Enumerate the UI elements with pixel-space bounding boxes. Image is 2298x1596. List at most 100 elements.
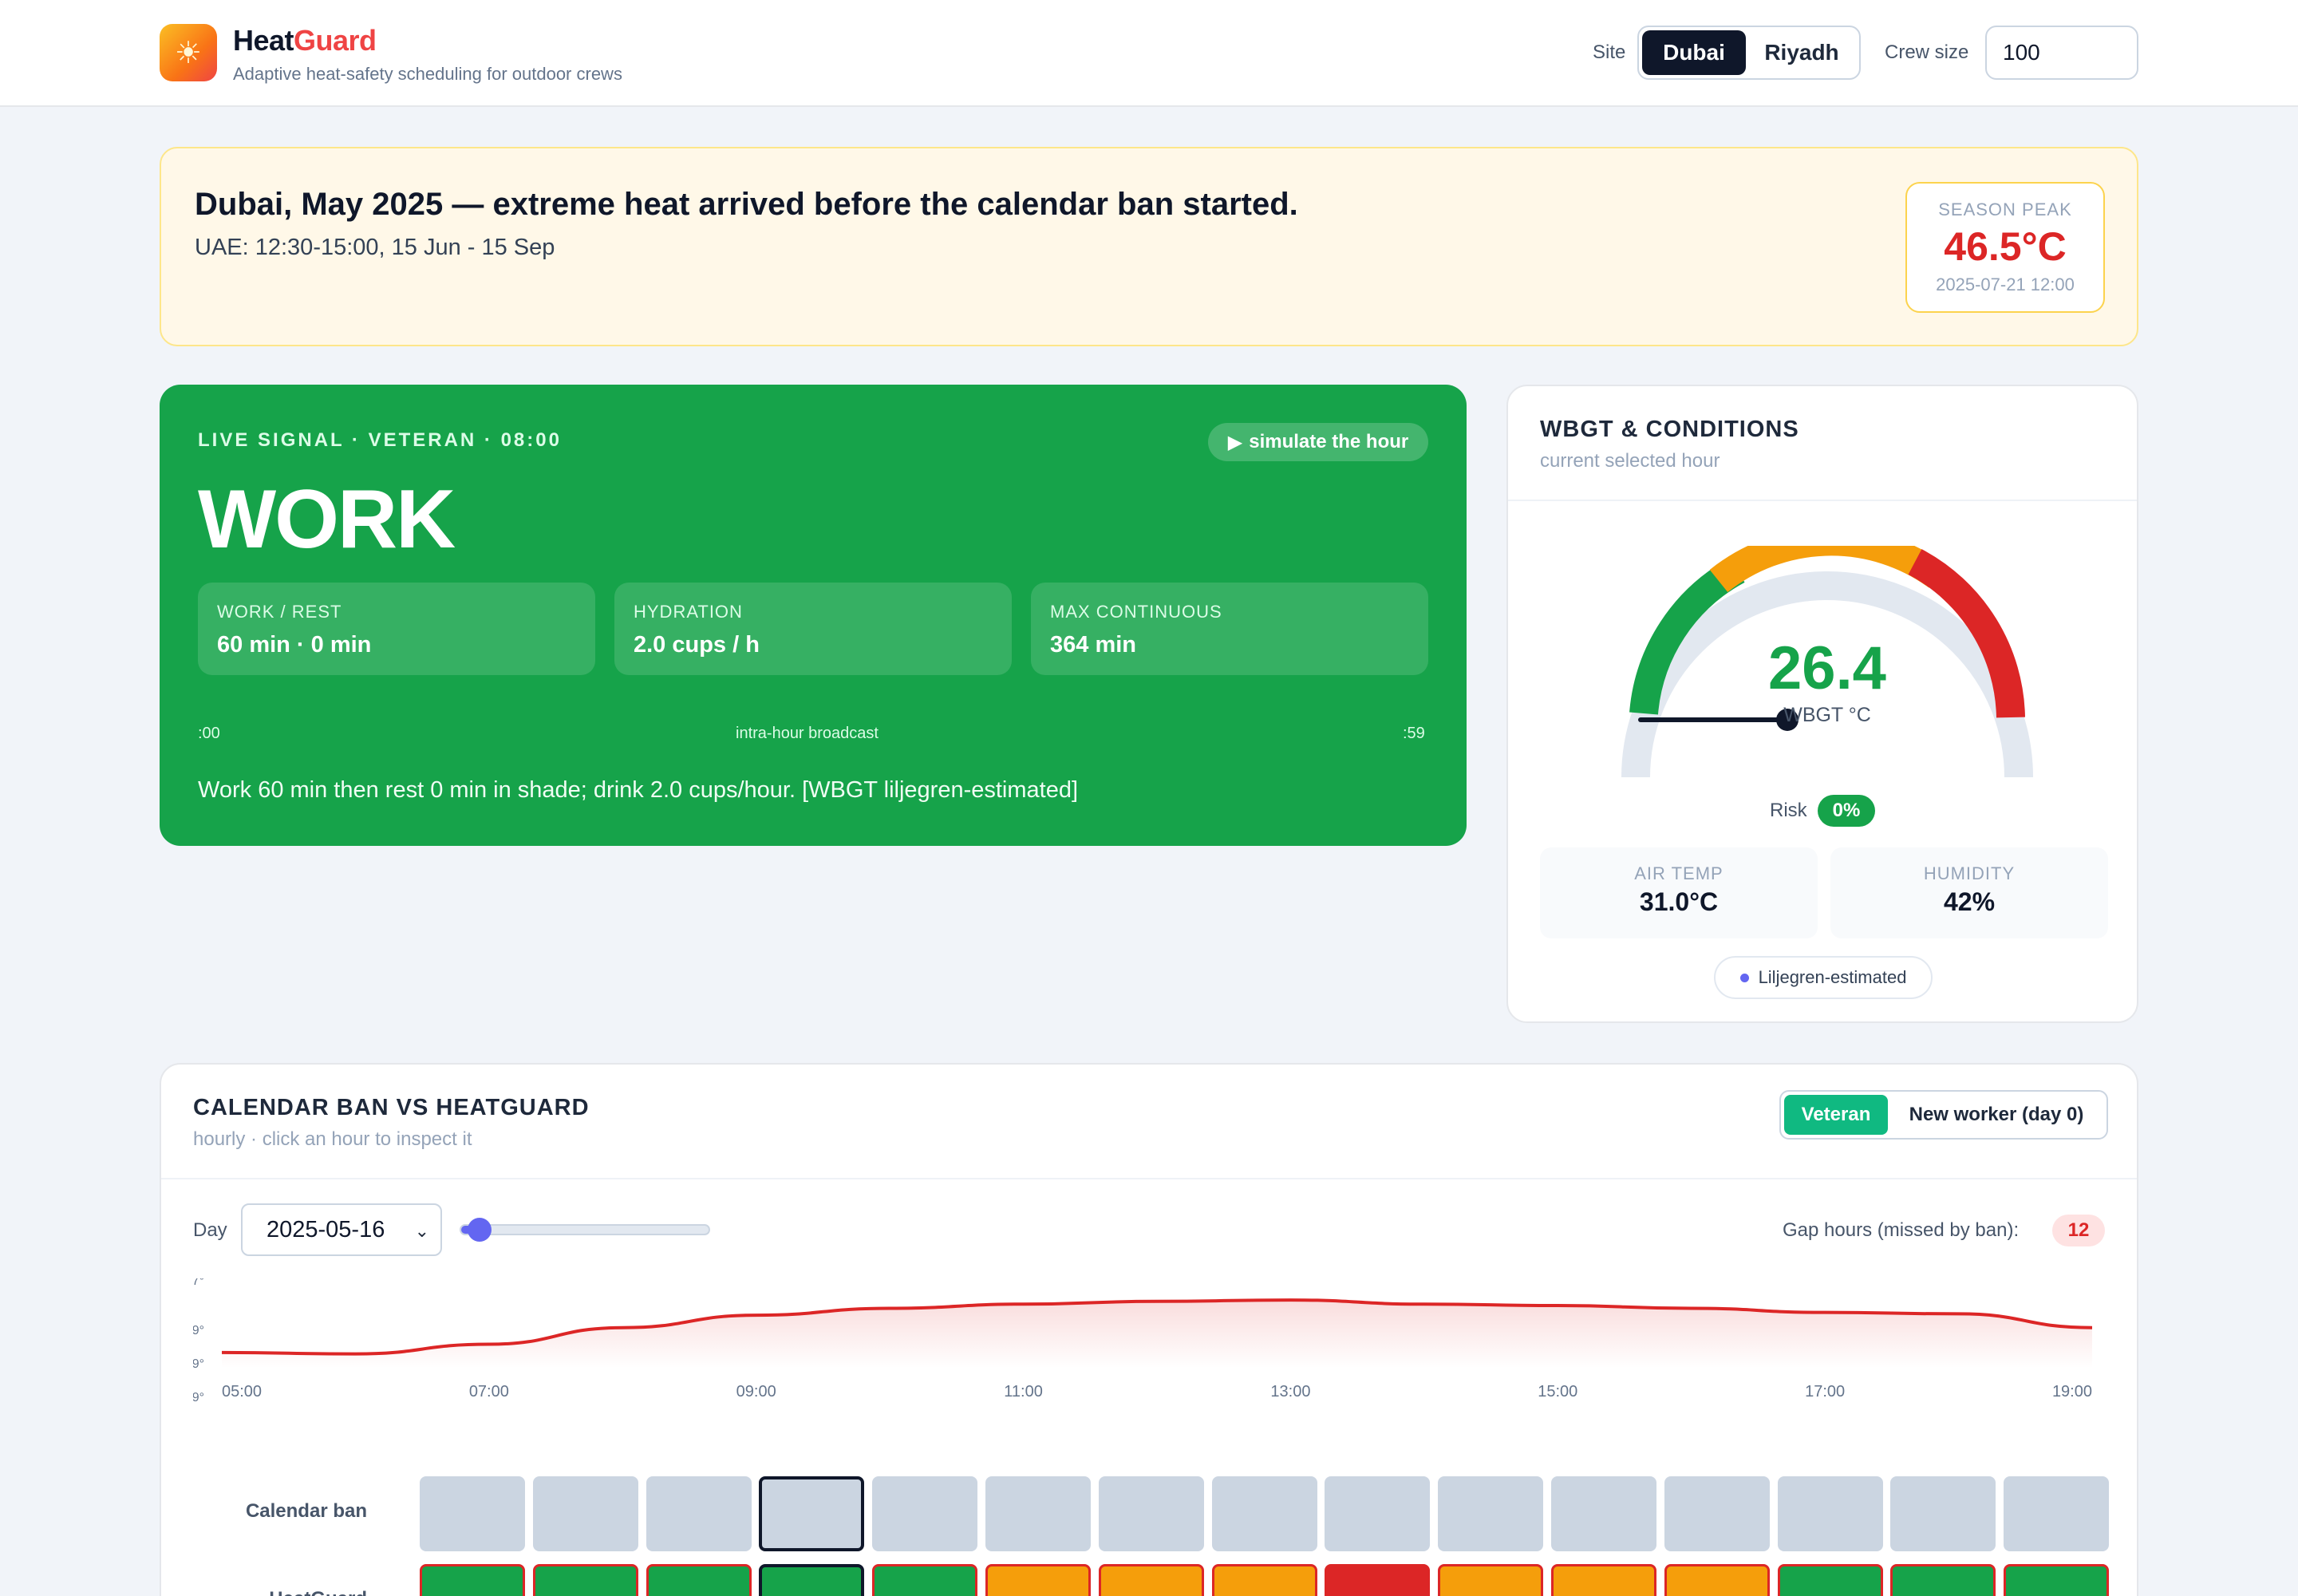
season-peak-value: 46.5°C	[1944, 224, 2067, 269]
crew-size-label: Crew size	[1885, 41, 1969, 63]
chart-point	[488, 1343, 491, 1346]
calendar-ban-hour-cell[interactable]	[646, 1476, 752, 1551]
calendar-ban-hour-cell[interactable]	[1099, 1476, 1204, 1551]
alert-banner: Dubai, May 2025 — extreme heat arrived b…	[160, 147, 2138, 346]
air-temp-label: AIR TEMP	[1634, 863, 1724, 883]
wbgt-unit: WBGT °C	[1783, 704, 1871, 726]
season-peak-time: 2025-07-21 12:00	[1936, 275, 2075, 294]
wbgt-card: WBGT & CONDITIONS current selected hour …	[1506, 385, 2138, 1023]
site-label: Site	[1593, 41, 1626, 63]
broadcast-label: intra-hour broadcast	[736, 725, 879, 742]
heatguard-hour-cell-work[interactable]	[872, 1564, 977, 1596]
calendar-ban-hour-cell[interactable]	[1778, 1476, 1883, 1551]
calendar-ban-hour-cell[interactable]	[1438, 1476, 1543, 1551]
calendar-ban-hour-cell[interactable]	[533, 1476, 638, 1551]
day-select[interactable]: 2025-05-16 ⌄	[241, 1203, 442, 1256]
heatguard-hour-cell-caution[interactable]	[1438, 1564, 1543, 1596]
heatguard-hour-cell-caution[interactable]	[1551, 1564, 1656, 1596]
source-label: Liljegren-estimated	[1758, 967, 1907, 987]
chart-x-tick-label: 13:00	[1270, 1383, 1310, 1400]
chart-point	[220, 1351, 223, 1354]
heatguard-hour-cell-caution[interactable]	[985, 1564, 1091, 1596]
stat-hydration: HYDRATION 2.0 cups / h	[614, 583, 1012, 675]
day-slider-thumb[interactable]	[468, 1218, 492, 1242]
chart-y-tick-label: 9°	[193, 1357, 204, 1371]
chart-x-tick-label: 11:00	[1004, 1383, 1043, 1400]
chart-point	[1155, 1300, 1159, 1303]
heatguard-hour-cell-stop[interactable]	[1325, 1564, 1430, 1596]
calendar-ban-hour-cell[interactable]	[1325, 1476, 1430, 1551]
crew-size-input[interactable]	[1985, 26, 2138, 80]
calendar-comparison-card: CALENDAR BAN VS HEATGUARD hourly · click…	[160, 1063, 2138, 1596]
chart-point	[1022, 1302, 1025, 1306]
stat-work-rest: WORK / REST 60 min · 0 min	[198, 583, 595, 675]
mode-veteran[interactable]: Veteran	[1784, 1095, 1888, 1135]
broadcast-start: :00	[198, 725, 220, 742]
chart-y-tick-label: 7°	[193, 1278, 204, 1288]
row-label-calendar-ban: Calendar ban	[245, 1500, 367, 1522]
heatguard-hour-cell-caution[interactable]	[1099, 1564, 1204, 1596]
site-option-riyadh[interactable]: Riyadh	[1749, 30, 1854, 75]
worker-type-selector: Veteran New worker (day 0)	[1779, 1090, 2108, 1140]
chart-point	[1823, 1311, 1826, 1314]
chart-area-fill	[222, 1300, 2092, 1368]
heatguard-hour-cell-work[interactable]	[533, 1564, 638, 1596]
chart-point	[1289, 1298, 1292, 1302]
air-temp-value: 31.0°C	[1639, 887, 1719, 916]
signal-message: Work 60 min then rest 0 min in shade; dr…	[198, 777, 1079, 803]
row-label-heatguard: HeatGuard (adaptive)	[193, 1588, 367, 1596]
calendar-ban-hour-cell[interactable]	[872, 1476, 977, 1551]
heatguard-hour-cell-work[interactable]	[420, 1564, 525, 1596]
heatguard-hour-cell-work[interactable]	[2004, 1564, 2109, 1596]
heatguard-hour-cell-work[interactable]	[759, 1564, 864, 1596]
day-slider-track[interactable]	[460, 1224, 710, 1235]
chart-point	[888, 1306, 891, 1310]
hourly-wbgt-chart: 7° 9° 9° 9° 05:00 07:00 09:00 11:00 13:00 15:00 17…	[193, 1278, 2093, 1404]
chart-point	[353, 1353, 357, 1356]
risk-label: Risk	[1770, 800, 1807, 821]
stat-value: 60 min · 0 min	[217, 632, 372, 658]
app-tagline: Adaptive heat-safety scheduling for outd…	[233, 64, 622, 84]
calendar-ban-hour-cell[interactable]	[1551, 1476, 1656, 1551]
site-option-dubai[interactable]: Dubai	[1642, 30, 1746, 75]
calendar-ban-hour-cell[interactable]	[420, 1476, 525, 1551]
calendar-ban-hour-cell[interactable]	[1212, 1476, 1317, 1551]
broadcast-end: :59	[1403, 725, 1425, 742]
chart-point	[621, 1326, 624, 1329]
wbgt-title: WBGT & CONDITIONS	[1540, 417, 1799, 442]
chart-point	[755, 1314, 758, 1317]
calendar-ban-hour-cell[interactable]	[1890, 1476, 1996, 1551]
calendar-ban-hour-cell[interactable]	[759, 1476, 864, 1551]
chart-x-tick-label: 19:00	[2052, 1383, 2092, 1400]
heatguard-hour-cell-work[interactable]	[646, 1564, 752, 1596]
simulate-hour-button[interactable]: ▶ simulate the hour	[1208, 423, 1428, 461]
heatguard-hour-cell-caution[interactable]	[1212, 1564, 1317, 1596]
stat-label: MAX CONTINUOUS	[1050, 602, 1222, 622]
season-peak-label: SEASON PEAK	[1938, 200, 2072, 219]
air-temp-metric: AIR TEMP 31.0°C	[1540, 847, 1818, 938]
banner-subtitle: UAE: 12:30-15:00, 15 Jun - 15 Sep	[195, 235, 555, 260]
humidity-metric: HUMIDITY 42%	[1830, 847, 2108, 938]
heatguard-hour-cell-work[interactable]	[1890, 1564, 1996, 1596]
live-signal-card: LIVE SIGNAL · VETERAN · 08:00 ▶ simulate…	[160, 385, 1467, 846]
divider	[1508, 500, 2137, 501]
signal-eyebrow: LIVE SIGNAL · VETERAN · 08:00	[198, 429, 562, 451]
chevron-down-icon: ⌄	[414, 1221, 429, 1241]
mode-new-worker[interactable]: New worker (day 0)	[1893, 1095, 2100, 1135]
signal-decision: WORK	[198, 473, 456, 566]
calendar-ban-hour-cell[interactable]	[985, 1476, 1091, 1551]
wbgt-value: 26.4	[1768, 634, 1886, 702]
calendar-ban-hour-cell[interactable]	[1664, 1476, 1770, 1551]
brand-accent: Guard	[294, 24, 377, 57]
chart-x-tick-label: 17:00	[1805, 1383, 1845, 1400]
site-selector: Dubai Riyadh	[1637, 26, 1861, 80]
chart-y-tick-label: 9°	[193, 1391, 204, 1404]
calendar-ban-hour-cell[interactable]	[2004, 1476, 2109, 1551]
top-bar: ☀ HeatGuard Adaptive heat-safety schedul…	[0, 0, 2298, 107]
chart-x-tick-label: 07:00	[469, 1383, 509, 1400]
heatguard-hour-cell-work[interactable]	[1778, 1564, 1883, 1596]
humidity-value: 42%	[1943, 887, 1996, 916]
heatguard-hour-cell-caution[interactable]	[1664, 1564, 1770, 1596]
gap-hours-badge: 12	[2052, 1215, 2105, 1246]
day-select-value: 2025-05-16	[267, 1216, 385, 1242]
